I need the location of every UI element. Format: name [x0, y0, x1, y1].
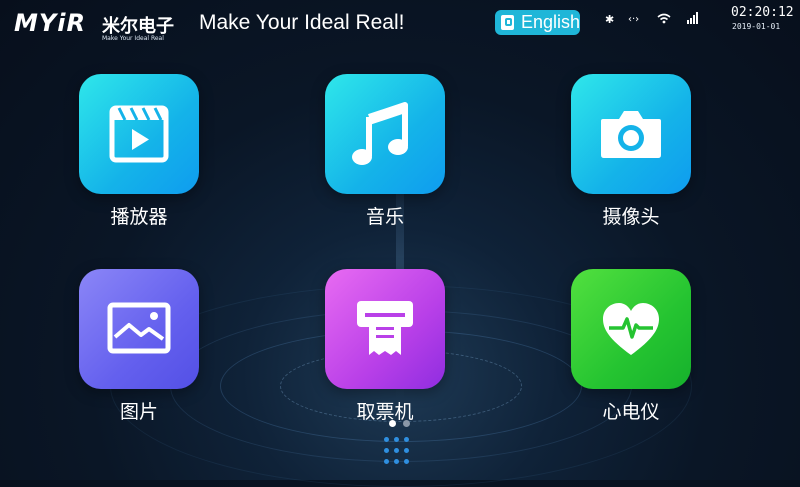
app-tile[interactable] [571, 269, 691, 389]
grid-dot [384, 459, 389, 464]
heart-ecg-icon [603, 303, 659, 355]
app-label: 摄像头 [602, 206, 660, 228]
app-tile[interactable] [79, 74, 199, 194]
device-link-icon: ‹·› [628, 14, 640, 25]
app-label: 取票机 [356, 401, 414, 423]
bluetooth-icon: ✱ [605, 13, 615, 26]
grid-dot [394, 437, 399, 442]
grid-dot [394, 459, 399, 464]
picture-icon [107, 302, 171, 354]
app-tile[interactable] [79, 269, 199, 389]
brand-logo: MYiR 米尔电子 Make Your Ideal Real [14, 9, 182, 43]
language-label: English [520, 12, 580, 32]
app-tile[interactable] [571, 74, 691, 194]
translate-icon [501, 15, 514, 30]
logo-text: MYiR [14, 9, 86, 37]
app-tile[interactable] [325, 74, 445, 194]
grid-dot [404, 459, 409, 464]
app-camera[interactable]: 摄像头 [571, 74, 691, 234]
page-indicator[interactable] [403, 420, 410, 427]
language-button[interactable]: English [495, 10, 580, 35]
slogan: Make Your Ideal Real! [199, 11, 405, 34]
grid-dot [384, 437, 389, 442]
app-label: 图片 [119, 401, 158, 423]
app-ticket-machine[interactable]: 取票机 [325, 269, 445, 429]
app-video-player[interactable]: 播放器 [79, 74, 199, 234]
grid-dot [404, 448, 409, 453]
camera-icon [601, 111, 661, 158]
video-player-icon [109, 105, 169, 163]
app-drawer-button[interactable] [384, 437, 416, 469]
grid-dot [384, 448, 389, 453]
app-tile[interactable] [325, 269, 445, 389]
status-bar: MYiR 米尔电子 Make Your Ideal Real Make Your… [0, 0, 800, 48]
page-indicator-active[interactable] [389, 420, 396, 427]
app-picture[interactable]: 图片 [79, 269, 199, 429]
clock-date: 2019-01-01 [732, 22, 781, 31]
grid-dot [404, 437, 409, 442]
app-label: 音乐 [365, 206, 404, 228]
app-ecg[interactable]: 心电仪 [571, 269, 691, 429]
ticket-machine-icon [357, 301, 413, 355]
music-note-icon [352, 102, 408, 165]
logo-tagline: Make Your Ideal Real [102, 35, 164, 42]
grid-dot [394, 448, 399, 453]
signal-icon [687, 12, 699, 27]
clock-time: 02:20:12 [731, 5, 794, 20]
app-label: 心电仪 [602, 401, 660, 423]
wifi-icon [657, 13, 671, 27]
app-music[interactable]: 音乐 [325, 74, 445, 234]
app-label: 播放器 [110, 206, 168, 228]
